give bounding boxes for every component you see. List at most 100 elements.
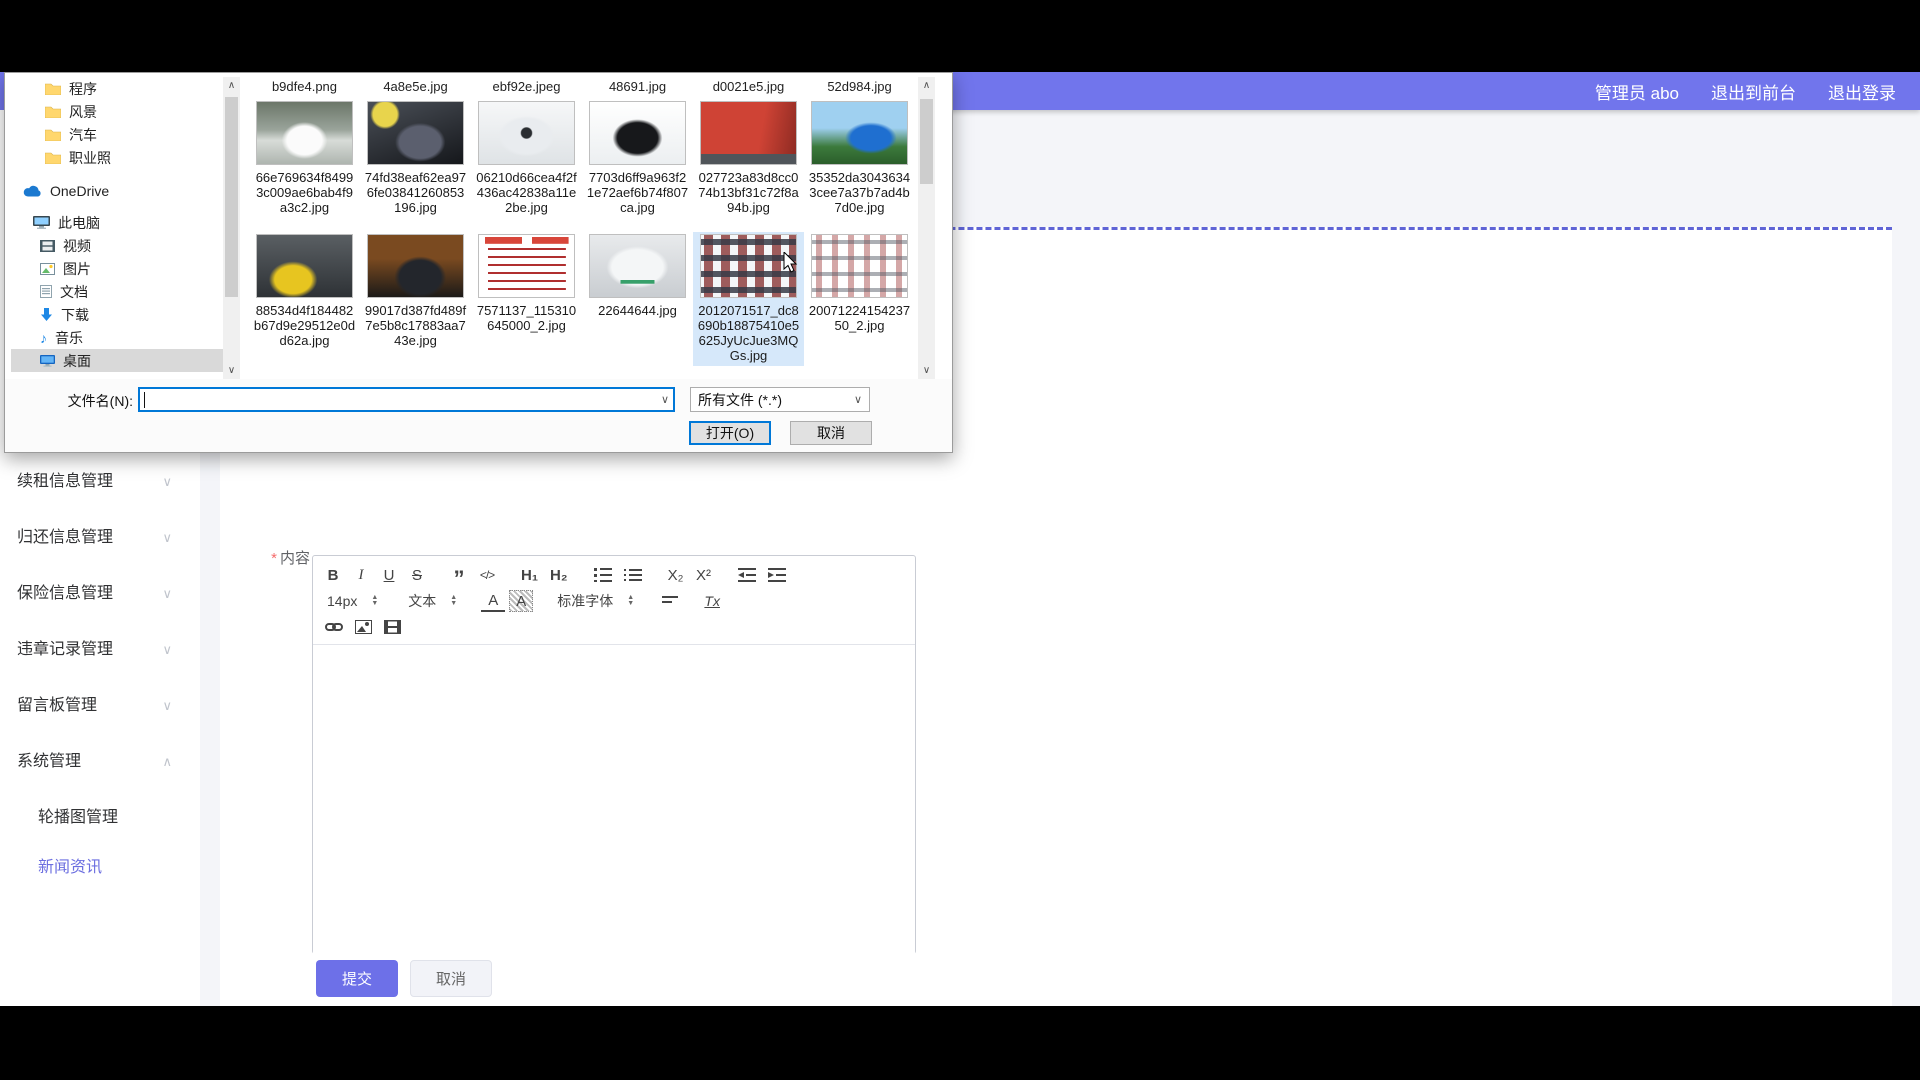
file-item[interactable]: 35352da30436343cee7a37b7ad4b7d0e.jpg [804, 99, 915, 218]
toolbar-row-2: 14px ▲▼ 文本 ▲▼ A A 标准字体 [321, 588, 907, 614]
align-icon[interactable] [658, 595, 682, 607]
editor-content-area[interactable] [313, 645, 915, 975]
updown-arrows-icon: ▲▼ [627, 595, 634, 607]
file-row-cutoff-labels: b9dfe4.png 4a8e5e.jpg ebf92e.jpeg 48691.… [249, 79, 917, 94]
sidebar-item-violation-records[interactable]: 违章记录管理 ∨ [0, 638, 200, 662]
video-icon[interactable] [380, 620, 405, 634]
tree-item-cars[interactable]: 汽车 [11, 123, 223, 146]
filetype-select[interactable]: 所有文件 (*.*) ∨ [690, 387, 870, 412]
font-size-select[interactable]: 14px ▲▼ [321, 593, 384, 609]
open-button[interactable]: 打开(O) [689, 421, 771, 445]
bold-button[interactable]: B [321, 564, 345, 586]
file-name: 22644644.jpg [587, 303, 689, 318]
link-icon[interactable] [321, 620, 347, 634]
file-item[interactable]: 22644644.jpg [582, 232, 693, 321]
italic-button[interactable]: I [349, 564, 373, 586]
tree-item-profile-photos[interactable]: 职业照 [11, 146, 223, 169]
sidebar-item-label: 留言板管理 [17, 697, 97, 714]
editor-toolbar: B I U S ” </> H₁ H₂ [313, 556, 915, 645]
underline-button[interactable]: U [377, 564, 401, 586]
strikethrough-button[interactable]: S [405, 564, 429, 586]
ordered-list-icon[interactable] [590, 568, 616, 582]
tree-item-programs[interactable]: 程序 [11, 77, 223, 100]
file-label[interactable]: d0021e5.jpg [693, 79, 804, 94]
combo-arrow-icon[interactable]: ∨ [661, 393, 669, 406]
indent-decrease-icon[interactable] [734, 568, 760, 582]
font-color-button[interactable]: A [481, 590, 505, 612]
tree-item-onedrive[interactable]: OneDrive [11, 179, 223, 202]
file-label[interactable]: b9dfe4.png [249, 79, 360, 94]
sidebar-item-label: 违章记录管理 [17, 641, 113, 658]
subscript-button[interactable]: X₂ [664, 564, 688, 586]
file-item[interactable]: 2007122415423750_2.jpg [804, 232, 915, 336]
file-thumbnail [811, 101, 908, 165]
tree-item-downloads[interactable]: 下载 [11, 303, 223, 326]
file-item[interactable]: 88534d4f184482b67d9e29512e0dd62a.jpg [249, 232, 360, 351]
tree-item-pictures[interactable]: 图片 [11, 257, 223, 280]
heading2-button[interactable]: H₂ [546, 564, 572, 586]
font-size-value: 14px [327, 593, 357, 609]
scroll-down-icon[interactable]: ∨ [223, 362, 240, 379]
file-item[interactable]: 06210d66cea4f2f436ac42838a11e2be.jpg [471, 99, 582, 218]
indent-increase-icon[interactable] [764, 568, 790, 582]
scroll-up-icon[interactable]: ∧ [223, 77, 240, 94]
cloud-icon [23, 185, 42, 197]
scroll-down-icon[interactable]: ∨ [918, 362, 935, 379]
file-label[interactable]: 52d984.jpg [804, 79, 915, 94]
sidebar-subitem-carousel-management[interactable]: 轮播图管理 [0, 806, 200, 830]
tree-item-music[interactable]: ♪ 音乐 [11, 326, 223, 349]
image-icon[interactable] [351, 620, 376, 634]
sidebar-item-insurance-info[interactable]: 保险信息管理 ∨ [0, 582, 200, 606]
tree-item-desktop[interactable]: 桌面 [11, 349, 223, 372]
file-thumbnail [367, 101, 464, 165]
sidebar-item-message-board[interactable]: 留言板管理 ∨ [0, 694, 200, 718]
scroll-up-icon[interactable]: ∧ [918, 77, 935, 94]
sidebar-subitem-news[interactable]: 新闻资讯 [0, 856, 200, 880]
tree-item-label: 职业照 [69, 148, 111, 168]
tree-scrollbar-thumb[interactable] [225, 97, 238, 297]
chevron-up-icon: ∧ [162, 750, 172, 774]
file-item[interactable]: 027723a83d8cc074b13bf31c72f8a94b.jpg [693, 99, 804, 218]
pictures-icon [40, 263, 55, 275]
folder-icon [45, 82, 61, 95]
screen: 管理员 abo 退出到前台 退出登录 续租信息管理 ∨ 归还信息管理 ∨ 保险信… [0, 0, 1920, 1080]
blockquote-button[interactable]: ” [447, 564, 471, 586]
filename-input[interactable]: ∨ [138, 387, 675, 412]
file-item[interactable]: 74fd38eaf62ea976fe03841260853196.jpg [360, 99, 471, 218]
submit-button[interactable]: 提交 [316, 960, 398, 997]
superscript-button[interactable]: X² [692, 564, 716, 586]
paragraph-style-select[interactable]: 文本 ▲▼ [402, 591, 463, 611]
file-thumbnail [367, 234, 464, 298]
file-item[interactable]: 7703d6ff9a963f21e72aef6b74f807ca.jpg [582, 99, 693, 218]
logout-link[interactable]: 退出登录 [1828, 79, 1896, 104]
exit-to-front-link[interactable]: 退出到前台 [1711, 79, 1796, 104]
tree-item-this-pc[interactable]: 此电脑 [11, 211, 223, 234]
unordered-list-icon[interactable] [620, 568, 646, 582]
sidebar-item-system-management[interactable]: 系统管理 ∧ [0, 750, 200, 774]
file-list-scrollbar-thumb[interactable] [920, 99, 933, 184]
tree-item-documents[interactable]: 文档 [11, 280, 223, 303]
file-label[interactable]: ebf92e.jpeg [471, 79, 582, 94]
desktop-icon [40, 355, 55, 367]
heading1-button[interactable]: H₁ [517, 564, 542, 586]
form-cancel-button[interactable]: 取消 [410, 960, 492, 997]
code-button[interactable]: </> [475, 564, 499, 586]
dialog-cancel-button[interactable]: 取消 [790, 421, 872, 445]
sidebar-item-label: 归还信息管理 [17, 529, 113, 546]
file-item[interactable]: 99017d387fd489f7e5b8c17883aa743e.jpg [360, 232, 471, 351]
file-label[interactable]: 48691.jpg [582, 79, 693, 94]
background-color-button[interactable]: A [509, 590, 533, 612]
tree-scrollbar[interactable]: ∧ ∨ [223, 77, 240, 379]
computer-icon [33, 216, 50, 229]
file-label[interactable]: 4a8e5e.jpg [360, 79, 471, 94]
file-item[interactable]: 7571137_115310645000_2.jpg [471, 232, 582, 336]
file-list-scrollbar[interactable]: ∧ ∨ [918, 77, 935, 379]
sidebar-item-renewal-info[interactable]: 续租信息管理 ∨ [0, 470, 200, 494]
sidebar-item-return-info[interactable]: 归还信息管理 ∨ [0, 526, 200, 550]
clear-format-button[interactable]: Tx [700, 590, 724, 612]
font-family-select[interactable]: 标准字体 ▲▼ [551, 591, 640, 611]
tree-item-videos[interactable]: 视频 [11, 234, 223, 257]
tree-item-scenery[interactable]: 风景 [11, 100, 223, 123]
file-item[interactable]: 66e769634f84993c009ae6bab4f9a3c2.jpg [249, 99, 360, 218]
chevron-down-icon: ∨ [162, 694, 172, 718]
